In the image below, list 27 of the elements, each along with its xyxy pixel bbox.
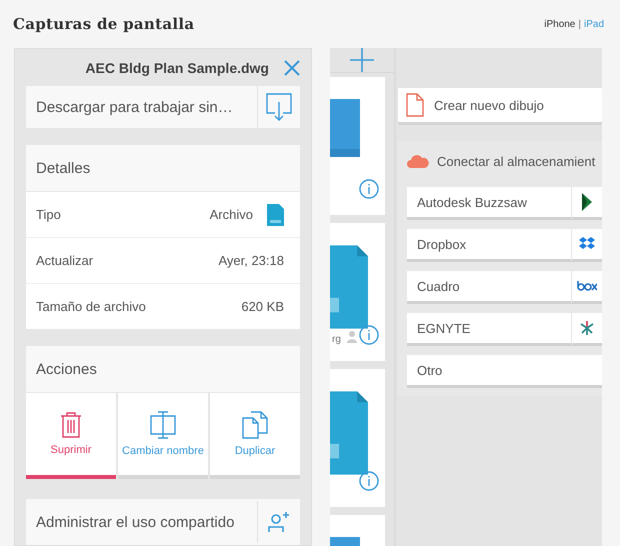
action-button[interactable]: Suprimir — [26, 393, 116, 479]
detail-label: Actualizar — [36, 253, 94, 268]
file-thumbnail[interactable]: rg — [330, 223, 385, 361]
storage-service[interactable]: Otro — [407, 355, 602, 388]
detail-value: Archivo — [210, 207, 253, 222]
download-label: Descargar para trabajar sin… — [35, 98, 233, 116]
new-drawing-row[interactable]: Crear nuevo dibujo — [398, 88, 602, 125]
storage-service[interactable]: EGNYTE — [407, 313, 602, 346]
share-label: Administrar el uso compartido — [35, 514, 234, 530]
details-heading: Detalles — [26, 145, 300, 192]
detail-label: Tamaño de archivo — [36, 299, 146, 314]
file-title: AEC Bldg Plan Sample.dwg — [85, 60, 269, 76]
download-row[interactable]: Descargar para trabajar sin… — [26, 86, 300, 128]
storage-service[interactable]: Autodesk Buzzsaw — [407, 187, 602, 220]
file-name: rg — [332, 334, 341, 345]
device-link[interactable]: iPhone — [544, 18, 576, 30]
detail-value: Ayer, 23:18 — [218, 253, 284, 268]
new-drawing-label: Crear nuevo dibujo — [434, 98, 544, 112]
storage-service[interactable]: Cuadro — [407, 271, 602, 304]
actions-heading: Acciones — [26, 346, 300, 393]
detail-label: Tipo — [36, 207, 61, 222]
storage-heading: Conectar al almacenamient — [437, 154, 596, 168]
section-title: Capturas de pantalla — [13, 15, 194, 33]
detail-value: 620 KB — [241, 299, 284, 314]
share-row[interactable]: Administrar el uso compartido — [26, 499, 300, 545]
link-separator: | — [578, 18, 581, 30]
storage-service[interactable]: Dropbox — [407, 229, 602, 262]
